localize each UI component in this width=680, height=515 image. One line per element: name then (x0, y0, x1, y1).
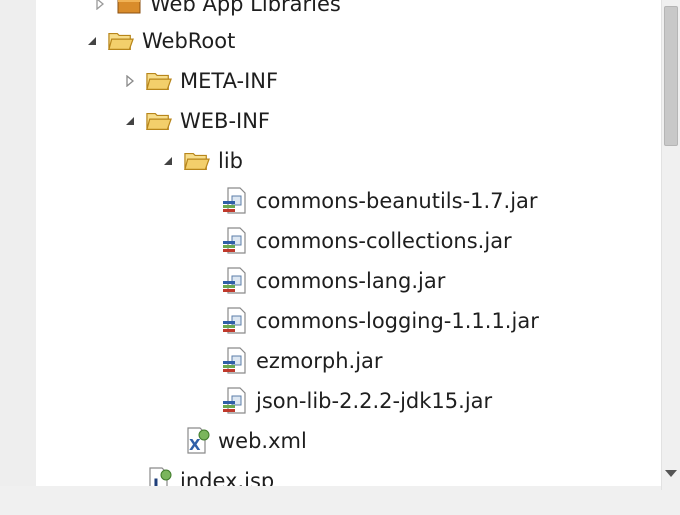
expanded-arrow-icon[interactable] (160, 153, 176, 169)
tree-item-meta-inf[interactable]: META-INF (122, 61, 278, 101)
collapsed-arrow-icon[interactable] (92, 0, 108, 12)
tree-item-jar[interactable]: commons-beanutils-1.7.jar (222, 181, 538, 221)
svg-text:J: J (152, 475, 159, 486)
tree-item-jar[interactable]: json-lib-2.2.2-jdk15.jar (222, 381, 492, 421)
tree-item-jar[interactable]: ezmorph.jar (222, 341, 383, 381)
left-gutter (0, 0, 36, 515)
tree-item-web-xml[interactable]: X web.xml (184, 421, 307, 461)
jar-file-icon (222, 267, 248, 294)
jsp-file-icon: J (146, 467, 172, 486)
jar-file-icon (222, 347, 248, 374)
expanded-arrow-icon[interactable] (84, 33, 100, 49)
vertical-scrollbar[interactable] (661, 0, 680, 490)
tree-item-label: json-lib-2.2.2-jdk15.jar (256, 389, 493, 413)
bottom-strip (0, 486, 680, 515)
tree-item-label: WEB-INF (180, 109, 270, 133)
collapsed-arrow-icon[interactable] (122, 73, 138, 89)
project-explorer-tree[interactable]: Web App Libraries WebRoot META-INF WEB-I… (36, 0, 661, 486)
expanded-arrow-icon[interactable] (122, 113, 138, 129)
tree-item-label: ezmorph.jar (256, 349, 383, 373)
open-folder-icon (146, 108, 172, 134)
tree-item-label: commons-logging-1.1.1.jar (256, 309, 539, 333)
tree-item-webroot[interactable]: WebRoot (84, 21, 235, 61)
open-folder-icon (108, 28, 134, 54)
library-icon (116, 0, 142, 17)
tree-item-index-jsp[interactable]: J index.jsp (146, 461, 274, 486)
tree-item-jar[interactable]: commons-logging-1.1.1.jar (222, 301, 539, 341)
svg-text:X: X (189, 436, 201, 454)
tree-item-jar[interactable]: commons-lang.jar (222, 261, 445, 301)
xml-file-icon: X (184, 427, 210, 454)
jar-file-icon (222, 227, 248, 254)
jar-file-icon (222, 307, 248, 334)
tree-item-label: commons-lang.jar (256, 269, 446, 293)
tree-item-lib[interactable]: lib (160, 141, 243, 181)
scrollbar-thumb[interactable] (664, 6, 678, 146)
tree-item-label: Web App Libraries (150, 0, 341, 16)
jar-file-icon (222, 187, 248, 214)
open-folder-icon (184, 148, 210, 174)
scroll-down-arrow-icon[interactable] (665, 470, 677, 477)
tree-item-label: web.xml (218, 429, 307, 453)
tree-item-label: META-INF (180, 69, 279, 93)
open-folder-icon (146, 68, 172, 94)
tree-item-label: commons-collections.jar (256, 229, 512, 253)
tree-item-label: commons-beanutils-1.7.jar (256, 189, 538, 213)
tree-item-label: index.jsp (180, 469, 275, 486)
jar-file-icon (222, 387, 248, 414)
tree-item-web-inf[interactable]: WEB-INF (122, 101, 270, 141)
tree-item-label: WebRoot (142, 29, 236, 53)
tree-item-jar[interactable]: commons-collections.jar (222, 221, 512, 261)
tree-item-label: lib (218, 149, 243, 173)
